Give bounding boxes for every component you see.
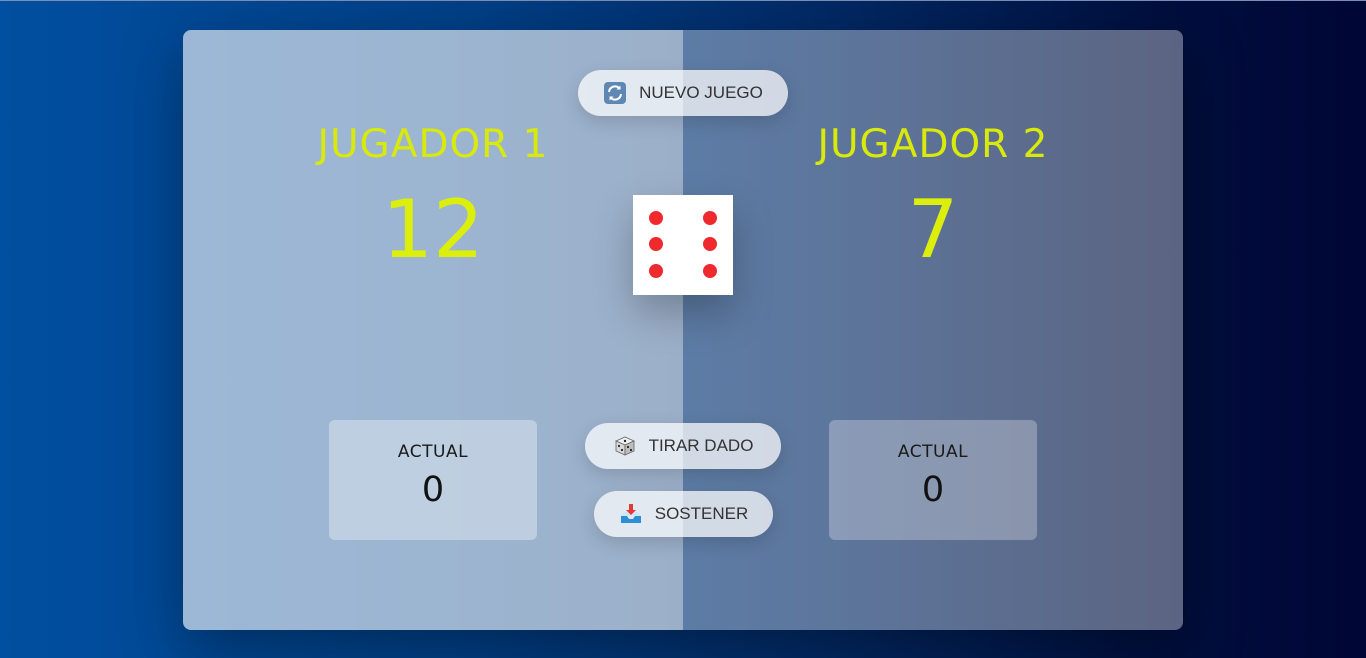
player-2-current-label: ACTUAL xyxy=(897,442,969,462)
dice-pip xyxy=(649,264,663,278)
dice-pip xyxy=(703,264,717,278)
player-1-current-score: 0 xyxy=(421,470,445,510)
dice xyxy=(633,195,733,295)
window-top-border xyxy=(0,0,1366,1)
player-2-score: 7 xyxy=(907,183,959,276)
player-2-current-score: 0 xyxy=(921,470,945,510)
refresh-icon xyxy=(603,81,627,105)
new-game-label: NUEVO JUEGO xyxy=(639,83,763,102)
player-1-current-label: ACTUAL xyxy=(397,442,469,462)
player-2-name: JUGADOR 2 xyxy=(817,122,1049,167)
inbox-tray-icon xyxy=(619,502,643,526)
player-2-panel: JUGADOR 2 7 ACTUAL 0 xyxy=(683,30,1183,630)
roll-dice-label: TIRAR DADO xyxy=(648,436,754,455)
player-1-panel: JUGADOR 1 12 ACTUAL 0 xyxy=(183,30,683,630)
new-game-button[interactable]: NUEVO JUEGO xyxy=(578,70,788,116)
game-board: JUGADOR 1 12 ACTUAL 0 JUGADOR 2 7 ACTUAL… xyxy=(183,30,1183,630)
roll-dice-button[interactable]: TIRAR DADO xyxy=(585,423,781,469)
dice-pip xyxy=(649,237,663,251)
player-2-current-box: ACTUAL 0 xyxy=(829,420,1037,540)
dice-pip xyxy=(649,211,663,225)
dice-icon xyxy=(613,434,637,458)
dice-pip xyxy=(703,237,717,251)
player-1-current-box: ACTUAL 0 xyxy=(329,420,537,540)
hold-label: SOSTENER xyxy=(654,504,749,523)
dice-pip xyxy=(703,211,717,225)
hold-button[interactable]: SOSTENER xyxy=(594,491,773,537)
player-1-score: 12 xyxy=(382,183,484,276)
player-1-name: JUGADOR 1 xyxy=(317,122,549,167)
